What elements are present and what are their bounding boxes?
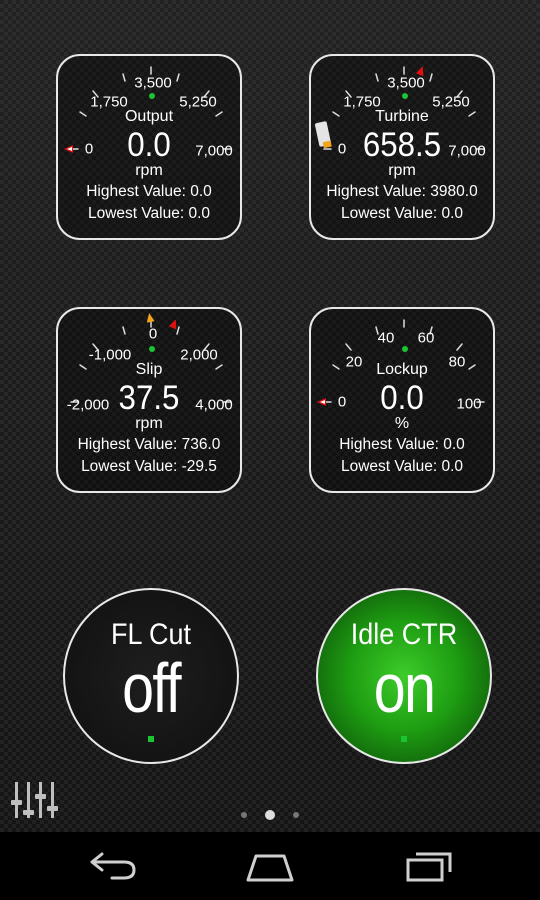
gauge-lowest: Lowest Value: 0.0 <box>87 205 211 222</box>
gauge-center-dot <box>402 93 408 99</box>
toggle-label: FL Cut <box>110 618 192 651</box>
gauge-name: Turbine <box>375 108 429 125</box>
idle-ctr-toggle[interactable]: Idle CTR on <box>316 588 492 764</box>
gauge-output[interactable]: 0 1,750 3,500 5,250 7,000 Output 0.0 rpm… <box>56 54 242 240</box>
gauge-center-dot <box>149 346 155 352</box>
gauge-name: Slip <box>135 361 163 378</box>
toggle-indicator <box>148 736 154 742</box>
back-icon[interactable] <box>82 842 142 890</box>
min-marker-orange <box>146 313 155 323</box>
gauge-highest: Highest Value: 0.0 <box>86 183 212 200</box>
gauge-name: Output <box>124 108 174 125</box>
tick-label-3: 60 <box>417 329 435 347</box>
gauge-lockup[interactable]: 0 20 40 60 80 100 Lockup 0.0 % Highest V… <box>309 307 495 493</box>
gauge-unit: % <box>394 415 410 432</box>
tick-label-2: 3,500 <box>387 74 425 92</box>
gauge-center-dot <box>149 93 155 99</box>
gauge-name: Lockup <box>376 361 428 378</box>
gauge-unit: rpm <box>135 162 163 179</box>
gauge-unit: rpm <box>388 162 416 179</box>
gauge-value: 37.5 <box>118 379 180 417</box>
gauge-highest: Highest Value: 736.0 <box>77 436 221 453</box>
fl-cut-toggle[interactable]: FL Cut off <box>63 588 239 764</box>
gauge-slip[interactable]: -2,000 -1,000 0 2,000 4,000 Slip 37.5 rp… <box>56 307 242 493</box>
tick-label-2: 40 <box>377 329 395 347</box>
tick-label-2: 3,500 <box>134 74 172 92</box>
home-icon[interactable] <box>240 842 300 890</box>
page-indicator <box>0 806 540 820</box>
toggle-label: Idle CTR <box>350 618 458 651</box>
gauge-lowest: Lowest Value: 0.0 <box>340 205 464 222</box>
gauge-turbine[interactable]: 0 1,750 3,500 5,250 7,000 Turbine 658.5 … <box>309 54 495 240</box>
gauge-unit: rpm <box>135 415 163 432</box>
gauge-value: 658.5 <box>362 126 442 164</box>
tick-label-2: 0 <box>148 325 158 343</box>
max-marker-red <box>168 319 177 330</box>
page-dot <box>240 811 247 818</box>
gauge-lowest: Lowest Value: 0.0 <box>340 458 464 475</box>
gauge-lowest: Lowest Value: -29.5 <box>81 458 217 475</box>
page-dot-active <box>265 809 275 820</box>
gauge-center-dot <box>402 346 408 352</box>
recents-icon[interactable] <box>398 842 458 890</box>
gauge-value: 0.0 <box>380 379 424 417</box>
page-dot <box>293 811 300 818</box>
gauge-highest: Highest Value: 0.0 <box>339 436 465 453</box>
toggle-state: on <box>373 649 436 727</box>
gauge-value: 0.0 <box>127 126 171 164</box>
gauge-highest: Highest Value: 3980.0 <box>326 183 478 200</box>
toggle-indicator <box>401 736 407 742</box>
toggle-state: off <box>122 649 182 727</box>
navigation-bar <box>0 832 540 900</box>
